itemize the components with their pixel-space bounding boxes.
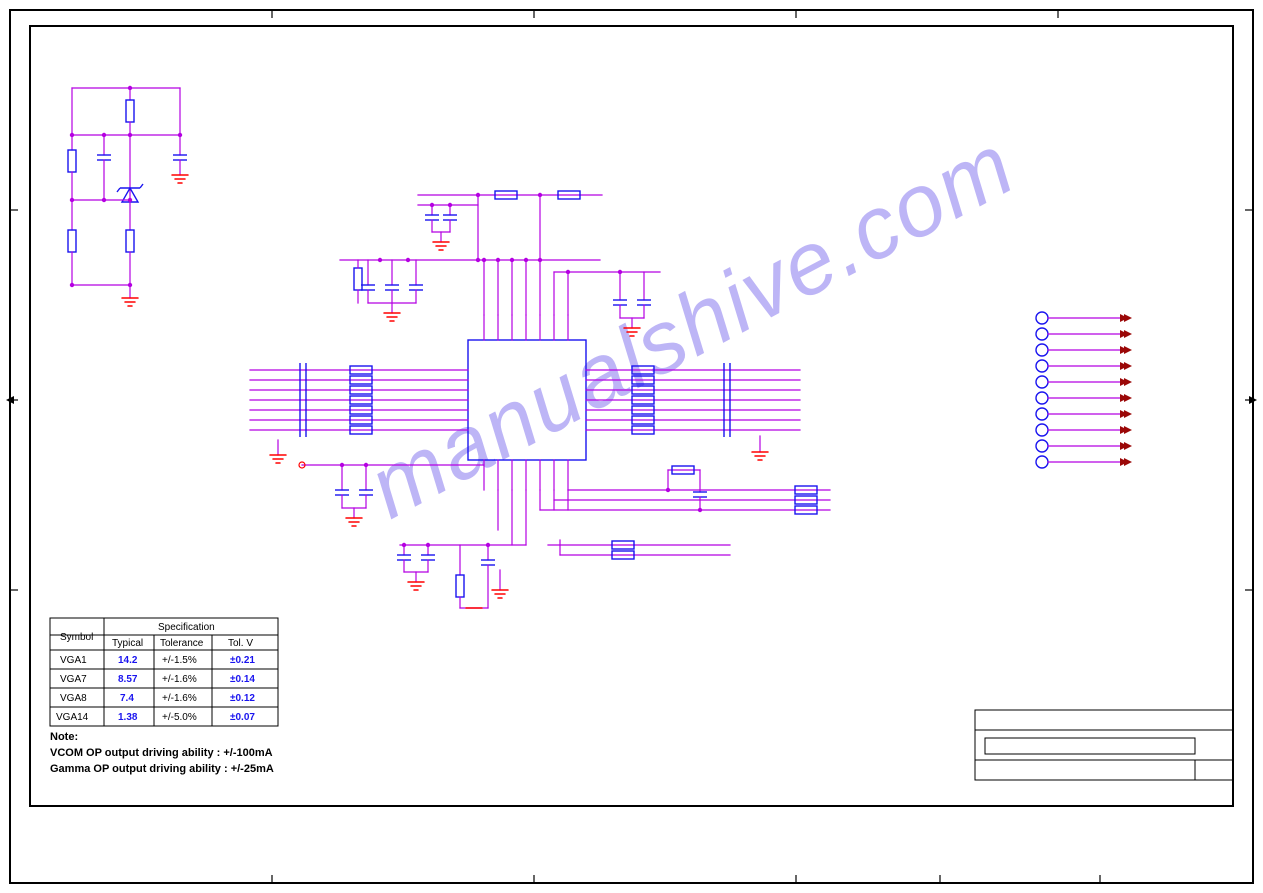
- note-header: Note:: [50, 731, 78, 743]
- notes-block: Note: VCOM OP output driving ability : +…: [50, 731, 274, 775]
- note-line1: VCOM OP output driving ability : +/-100m…: [50, 747, 273, 759]
- cell-sym: VGA14: [56, 712, 89, 723]
- cell-sym: VGA8: [60, 693, 87, 704]
- note-line2: Gamma OP output driving ability : +/-25m…: [50, 763, 274, 775]
- title-block: [975, 710, 1233, 780]
- gnd-symbol: [122, 298, 138, 306]
- hdr-typical: Typical: [112, 638, 143, 649]
- gnd-symbol: [172, 175, 188, 183]
- cell-typ: 1.38: [118, 712, 138, 723]
- cell-tol: +/-1.6%: [162, 674, 197, 685]
- hdr-symbol: Symbol: [60, 632, 93, 643]
- cell-tol: +/-1.5%: [162, 655, 197, 666]
- cell-typ: 8.57: [118, 674, 138, 685]
- cell-tolv: ±0.21: [230, 655, 255, 666]
- specification-table: Symbol Specification Typical Tolerance T…: [50, 618, 278, 726]
- cell-typ: 14.2: [118, 655, 138, 666]
- cell-tolv: ±0.12: [230, 693, 255, 704]
- cell-tol: +/-1.6%: [162, 693, 197, 704]
- cell-sym: VGA7: [60, 674, 87, 685]
- hdr-tol: Tolerance: [160, 638, 204, 649]
- cell-tolv: ±0.07: [230, 712, 255, 723]
- hdr-tolv: Tol. V: [228, 638, 253, 649]
- cell-tolv: ±0.14: [230, 674, 255, 685]
- off-page-connector-strip: [1036, 312, 1132, 468]
- cell-tol: +/-5.0%: [162, 712, 197, 723]
- cell-sym: VGA1: [60, 655, 87, 666]
- regulator-block: [68, 86, 188, 306]
- hdr-spec: Specification: [158, 622, 215, 633]
- cell-typ: 7.4: [120, 693, 134, 704]
